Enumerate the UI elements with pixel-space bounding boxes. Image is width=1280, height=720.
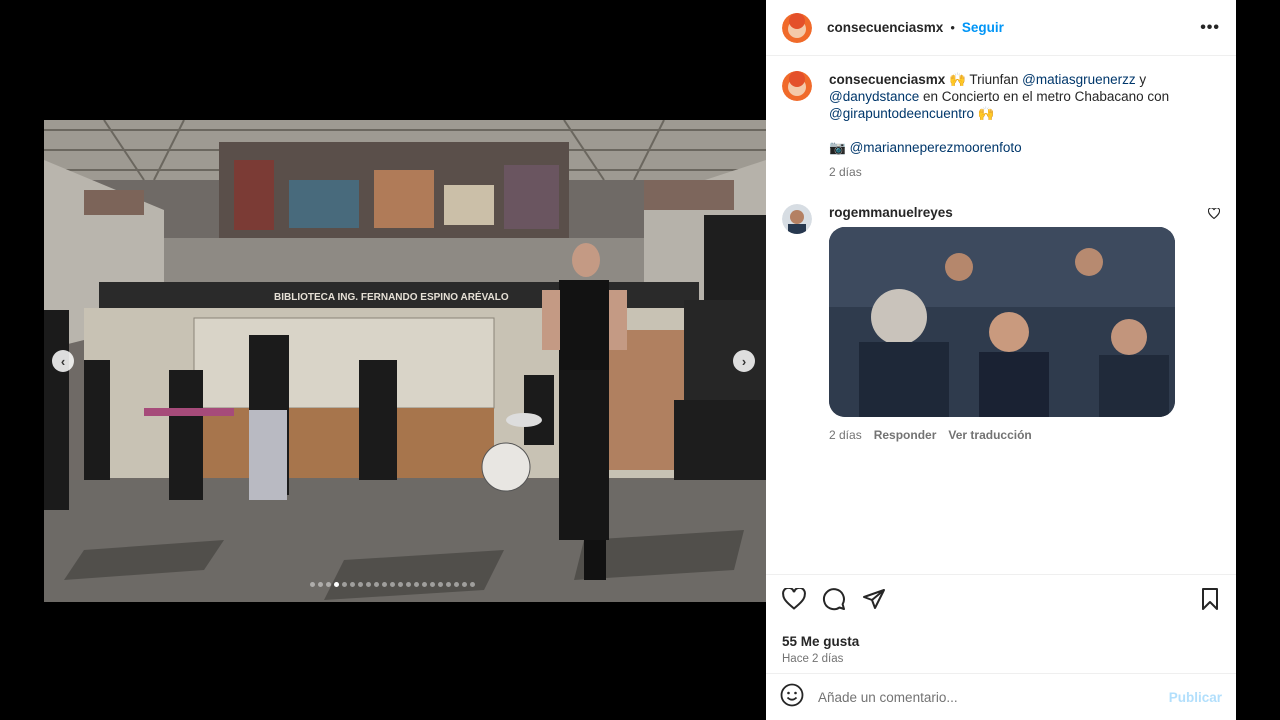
previous-image-button[interactable]: ‹ [52, 350, 74, 372]
comments-section: consecuenciasmx 🙌 Triunfan @matiasgruene… [766, 57, 1236, 573]
carousel-dot [310, 582, 315, 587]
emoji-icon[interactable] [780, 683, 804, 712]
carousel-dot [382, 582, 387, 587]
carousel-dot [462, 582, 467, 587]
credit-mention-link[interactable]: @marianneperezmoorenfoto [850, 140, 1022, 155]
mention-link[interactable]: @matiasgruenerzz [1022, 72, 1136, 87]
caption-text-part: en Concierto en el metro Chabacano con [919, 89, 1170, 104]
comment-meta: 2 días Responder Ver traducción [829, 427, 1189, 444]
camera-icon: 📷 [829, 140, 846, 155]
follow-button[interactable]: Seguir [962, 20, 1004, 35]
photo-credit: 📷 @marianneperezmoorenfoto [829, 139, 1189, 156]
caption-avatar[interactable] [782, 71, 812, 101]
raising-hands-emoji: 🙌 [977, 106, 995, 121]
carousel-dot [398, 582, 403, 587]
commenter-username[interactable]: rogemmanuelreyes [829, 204, 1189, 221]
comment-input[interactable] [818, 689, 1169, 705]
comment-composer: Publicar [766, 673, 1236, 720]
carousel-dot [374, 582, 379, 587]
carousel-dot [350, 582, 355, 587]
carousel-dot [318, 582, 323, 587]
reply-button[interactable]: Responder [874, 427, 937, 444]
caption: consecuenciasmx 🙌 Triunfan @matiasgruene… [782, 71, 1220, 181]
carousel-dot [406, 582, 411, 587]
banner-text: BIBLIOTECA ING. FERNANDO ESPINO ARÉVALO [274, 290, 509, 303]
likes-count[interactable]: 55 Me gusta [782, 634, 1220, 649]
carousel-dot [454, 582, 459, 587]
caption-text-part: y [1135, 72, 1147, 87]
carousel-dot [414, 582, 419, 587]
caption-text: consecuenciasmx 🙌 Triunfan @matiasgruene… [829, 71, 1189, 122]
separator-dot: • [950, 20, 955, 35]
mention-link[interactable]: @girapuntodeencuentro [829, 106, 974, 121]
save-icon[interactable] [1200, 587, 1220, 615]
carousel-dot [390, 582, 395, 587]
carousel-dot [430, 582, 435, 587]
carousel-dot [470, 582, 475, 587]
comment-icon[interactable] [822, 587, 846, 616]
carousel-dot [422, 582, 427, 587]
like-icon[interactable] [782, 586, 806, 615]
carousel-indicator [310, 582, 475, 587]
commenter-avatar[interactable] [782, 204, 812, 234]
carousel-dot [366, 582, 371, 587]
raising-hands-emoji: 🙌 [949, 72, 966, 87]
carousel-dot [334, 582, 339, 587]
comment-item: rogemmanuelreyes 2 días Responder Ver tr… [782, 204, 1221, 444]
caption-time: 2 días [829, 165, 862, 179]
author-avatar[interactable] [782, 12, 812, 43]
post-age: Hace 2 días [782, 653, 844, 665]
publish-button[interactable]: Publicar [1169, 690, 1222, 705]
instagram-post-modal: BIBLIOTECA ING. FERNANDO ESPINO ARÉVALO [0, 0, 1280, 720]
post-image[interactable]: BIBLIOTECA ING. FERNANDO ESPINO ARÉVALO [44, 120, 766, 602]
comment-gif[interactable] [829, 227, 1175, 417]
mention-link[interactable]: @danydstance [829, 89, 919, 104]
caption-text-part: Triunfan [965, 72, 1023, 87]
more-options-icon[interactable]: ••• [1200, 19, 1220, 37]
carousel-dot [446, 582, 451, 587]
next-image-button[interactable]: › [733, 350, 755, 372]
like-comment-icon[interactable] [1207, 207, 1221, 222]
post-header: consecuenciasmx • Seguir ••• [766, 0, 1236, 56]
carousel-dot [342, 582, 347, 587]
share-icon[interactable] [862, 587, 886, 616]
post-detail-panel: consecuenciasmx • Seguir ••• consecuenci… [766, 0, 1236, 720]
caption-username[interactable]: consecuenciasmx [829, 72, 945, 87]
see-translation-button[interactable]: Ver traducción [948, 427, 1031, 444]
carousel-dot [326, 582, 331, 587]
carousel-dot [358, 582, 363, 587]
author-username[interactable]: consecuenciasmx [827, 20, 943, 35]
comment-time: 2 días [829, 428, 862, 442]
carousel-dot [438, 582, 443, 587]
post-actions: 55 Me gusta Hace 2 días [766, 574, 1236, 674]
